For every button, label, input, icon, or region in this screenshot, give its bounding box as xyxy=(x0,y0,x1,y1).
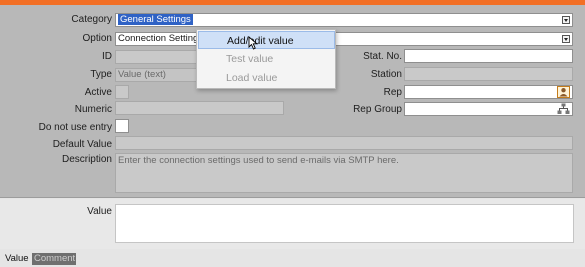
context-menu: Add/edit value Test value Load value xyxy=(196,29,336,89)
rep-field[interactable] xyxy=(404,85,573,99)
chevron-down-icon[interactable] xyxy=(562,35,570,43)
active-label: Active xyxy=(84,87,112,98)
menu-item-load-value[interactable]: Load value xyxy=(198,69,335,87)
station-label: Station xyxy=(370,69,402,80)
description-label: Description xyxy=(61,154,112,165)
do-not-use-entry-checkbox[interactable] xyxy=(115,119,129,133)
value-textarea[interactable] xyxy=(115,204,574,243)
tab-value[interactable]: Value xyxy=(3,253,31,265)
category-dropdown[interactable]: General Settings xyxy=(115,13,573,27)
type-label: Type xyxy=(90,69,112,80)
rep-group-label: Rep Group xyxy=(353,104,402,115)
option-value: Connection Setting xyxy=(118,33,199,44)
category-value: General Settings xyxy=(118,14,193,25)
rep-label: Rep xyxy=(383,87,402,98)
category-label: Category xyxy=(71,14,112,25)
stat-no-label: Stat. No. xyxy=(363,51,402,62)
person-lookup-icon[interactable] xyxy=(557,86,570,98)
menu-item-test-value[interactable]: Test value xyxy=(198,50,335,68)
chevron-down-icon[interactable] xyxy=(562,16,570,24)
numeric-field[interactable] xyxy=(115,101,284,115)
station-field[interactable] xyxy=(404,67,573,81)
default-value-label: Default Value xyxy=(52,139,112,150)
default-value-field[interactable] xyxy=(115,136,573,150)
value-label: Value xyxy=(87,206,112,217)
mouse-cursor-icon xyxy=(248,36,260,50)
description-field[interactable]: Enter the connection settings used to se… xyxy=(115,153,573,193)
option-label: Option xyxy=(82,33,112,44)
do-not-use-entry-label: Do not use entry xyxy=(38,122,112,133)
rep-group-field[interactable] xyxy=(404,102,573,116)
stat-no-field[interactable] xyxy=(404,49,573,63)
tab-comment[interactable]: Comment xyxy=(32,253,76,265)
numeric-label: Numeric xyxy=(74,104,112,115)
tab-bar xyxy=(0,251,585,267)
group-lookup-icon[interactable] xyxy=(557,103,570,115)
id-label: ID xyxy=(102,51,112,62)
option-dropdown[interactable]: Connection Setting xyxy=(115,32,573,46)
menu-item-add-edit-value[interactable]: Add/edit value xyxy=(198,31,335,49)
active-checkbox[interactable] xyxy=(115,85,129,99)
